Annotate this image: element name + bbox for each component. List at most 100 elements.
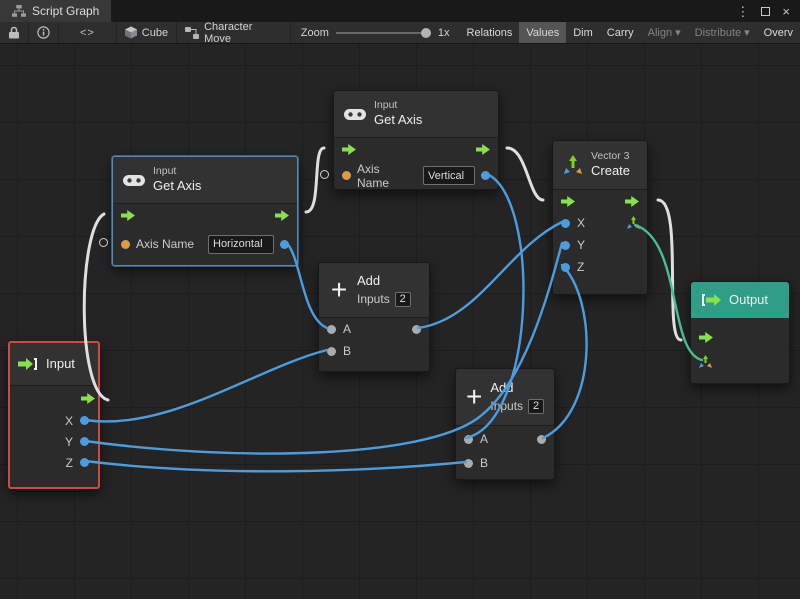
unconnected-port[interactable] xyxy=(320,170,329,179)
z-port[interactable] xyxy=(561,263,570,272)
window-controls: ⋮ × xyxy=(736,0,800,22)
flow-out-port[interactable] xyxy=(625,196,639,207)
x-out-port[interactable] xyxy=(80,416,89,425)
gamepad-icon xyxy=(344,108,366,121)
output-icon xyxy=(701,293,721,307)
flow-row xyxy=(113,204,297,226)
axis-name-row: Axis Name xyxy=(334,160,498,191)
zoom-slider-track xyxy=(336,32,431,34)
value-out-port[interactable] xyxy=(280,240,289,249)
node-get-axis-vertical[interactable]: Input Get Axis Axis Name xyxy=(333,90,499,190)
script-graph-icon xyxy=(12,5,26,17)
axis-name-field[interactable] xyxy=(208,235,274,254)
zoom-value: 1x xyxy=(438,27,450,39)
input-b-port[interactable] xyxy=(464,459,473,468)
button-relations[interactable]: Relations xyxy=(460,22,520,43)
y-out-port[interactable] xyxy=(80,437,89,446)
port-label: Axis Name xyxy=(357,162,411,190)
input-b-port[interactable] xyxy=(327,347,336,356)
z-out-port[interactable] xyxy=(80,458,89,467)
button-carry[interactable]: Carry xyxy=(600,22,641,43)
port-row-a: A xyxy=(456,426,554,452)
lock-button[interactable] xyxy=(0,22,29,43)
node-header: Output xyxy=(691,282,789,318)
y-port[interactable] xyxy=(561,241,570,250)
node-graph-output[interactable]: Output xyxy=(690,281,790,384)
inputs-count-field[interactable] xyxy=(395,292,411,307)
port-label: X xyxy=(65,414,73,428)
flow-out-port[interactable] xyxy=(81,393,95,404)
cube-icon xyxy=(125,26,137,39)
flow-in-port[interactable] xyxy=(561,196,575,207)
button-overview[interactable]: Overv xyxy=(757,22,800,43)
node-vector3-create[interactable]: Vector 3 Create X Y Z xyxy=(552,140,648,295)
port-label: B xyxy=(480,456,488,470)
x-port[interactable] xyxy=(561,219,570,228)
vector3-value-port[interactable] xyxy=(699,355,712,368)
button-distribute-label: Distribute xyxy=(695,27,741,39)
node-title: Create xyxy=(591,163,630,179)
port-row-z: Z xyxy=(553,256,647,278)
value-in-row xyxy=(691,349,789,373)
inputs-label: Inputs xyxy=(490,399,523,413)
port-label: Y xyxy=(65,435,73,449)
sum-out-port[interactable] xyxy=(537,435,546,444)
breadcrumb-subgraph-label: Character Move xyxy=(204,21,282,45)
string-port[interactable] xyxy=(121,240,130,249)
flow-out-port[interactable] xyxy=(476,144,490,155)
flow-in-port[interactable] xyxy=(342,144,356,155)
add-icon: + xyxy=(466,383,482,411)
toolbar-right: Relations Values Dim Carry Align ▾ Distr… xyxy=(460,22,800,43)
tab-script-graph[interactable]: Script Graph xyxy=(0,0,111,22)
node-get-axis-horizontal[interactable]: Input Get Axis Axis Name xyxy=(112,156,298,266)
breadcrumb-graph[interactable]: Cube xyxy=(117,22,177,43)
input-a-port[interactable] xyxy=(327,325,336,334)
graph-toolbar: <> Cube Character Move Zoom 1x Relations… xyxy=(0,22,800,44)
port-row-b: B xyxy=(456,452,554,474)
node-add-1[interactable]: + Add Inputs A B xyxy=(318,262,430,372)
close-icon[interactable]: × xyxy=(782,5,790,18)
node-graph-input[interactable]: Input X Y Z xyxy=(8,341,100,489)
button-align[interactable]: Align ▾ xyxy=(641,22,688,43)
add-icon: + xyxy=(329,276,349,304)
flow-in-port[interactable] xyxy=(699,332,713,343)
input-a-port[interactable] xyxy=(464,435,473,444)
button-values[interactable]: Values xyxy=(519,22,566,43)
zoom-slider[interactable] xyxy=(336,28,431,38)
node-add-2[interactable]: + Add Inputs A B xyxy=(455,368,555,480)
subgraph-icon xyxy=(185,27,199,39)
chevron-down-icon: ▾ xyxy=(675,26,681,39)
node-title: Input xyxy=(46,356,75,372)
vector3-result-port[interactable] xyxy=(627,216,640,229)
lock-icon xyxy=(8,26,20,39)
tab-bar: Script Graph ⋮ × xyxy=(0,0,800,22)
node-category: Vector 3 xyxy=(591,150,630,163)
port-row-y: Y xyxy=(553,234,647,256)
node-title: Add xyxy=(357,273,411,289)
port-label: Z xyxy=(577,260,584,274)
unconnected-port[interactable] xyxy=(99,238,108,247)
breadcrumb-subgraph[interactable]: Character Move xyxy=(177,22,291,43)
input-icon xyxy=(18,357,38,371)
node-header: + Add Inputs xyxy=(319,263,429,317)
port-label: A xyxy=(343,322,351,336)
zoom-slider-handle[interactable] xyxy=(421,28,431,38)
inputs-count-field[interactable] xyxy=(528,399,544,414)
value-out-port[interactable] xyxy=(481,171,490,180)
code-view-button[interactable]: <> xyxy=(59,22,117,43)
button-dim[interactable]: Dim xyxy=(566,22,600,43)
string-port[interactable] xyxy=(342,171,351,180)
flow-in-port[interactable] xyxy=(121,210,135,221)
info-button[interactable] xyxy=(29,22,59,43)
axis-name-row: Axis Name xyxy=(113,226,297,262)
button-distribute[interactable]: Distribute ▾ xyxy=(688,22,757,43)
port-label: A xyxy=(480,432,488,446)
maximize-icon[interactable] xyxy=(761,5,770,18)
axis-name-field[interactable] xyxy=(423,166,475,185)
gamepad-icon xyxy=(123,174,145,187)
flow-out-port[interactable] xyxy=(275,210,289,221)
info-icon xyxy=(37,26,50,39)
sum-out-port[interactable] xyxy=(412,325,421,334)
zoom-control: Zoom 1x xyxy=(291,27,460,39)
menu-icon[interactable]: ⋮ xyxy=(736,5,749,18)
